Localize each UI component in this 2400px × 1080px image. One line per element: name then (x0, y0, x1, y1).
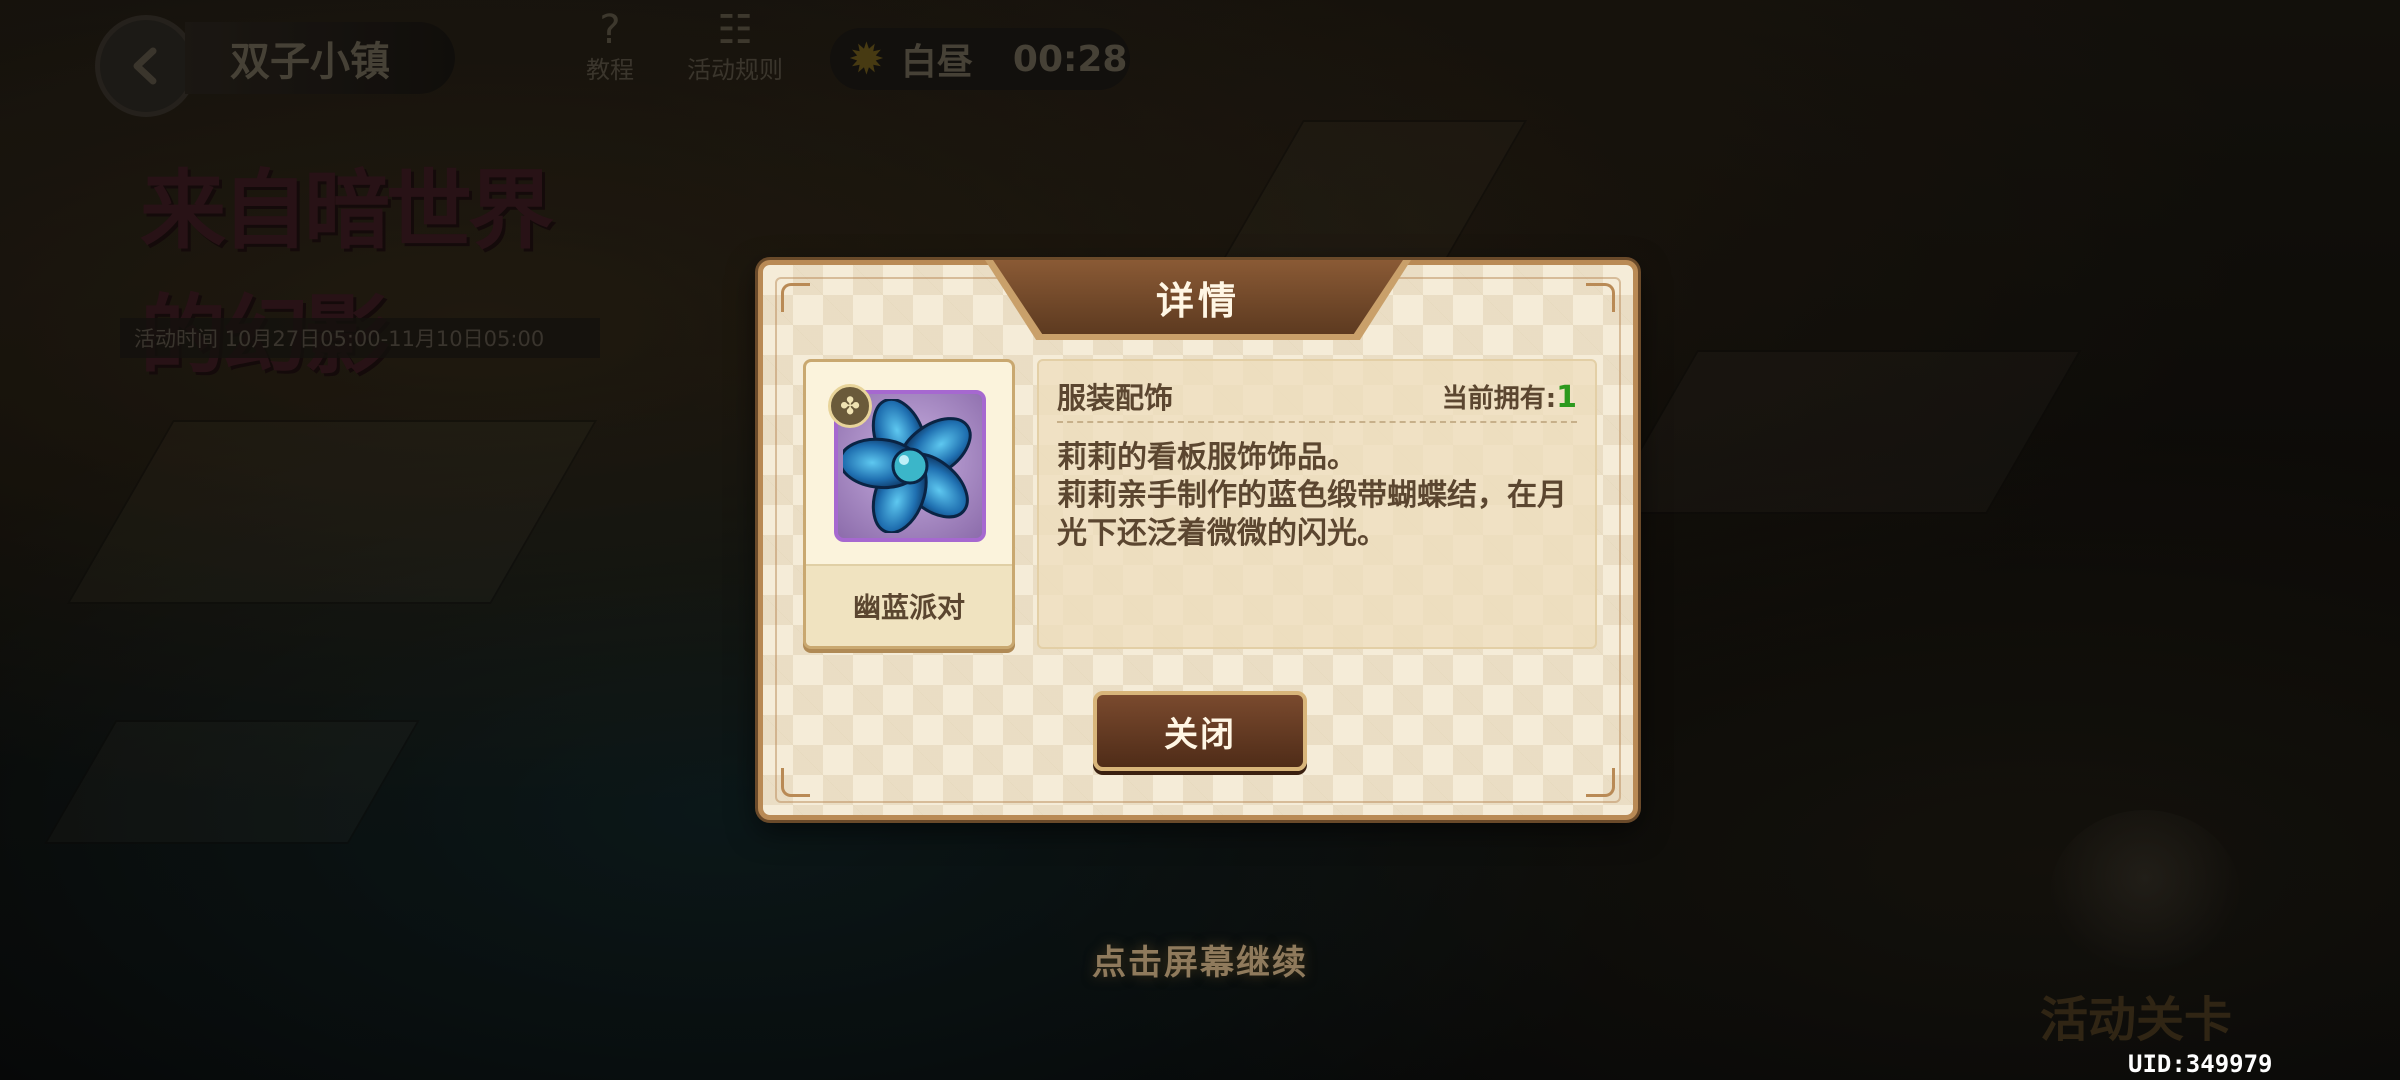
owned-count-value: 1 (1556, 379, 1577, 415)
description-header: 服装配饰 当前拥有:1 (1057, 371, 1577, 423)
corner-ornament (1586, 768, 1615, 797)
continue-hint: 点击屏幕继续 (1092, 943, 1308, 983)
title-tab: 详情 (993, 260, 1403, 334)
clover-badge-icon: ✤ (828, 384, 872, 428)
owned-count: 当前拥有:1 (1442, 378, 1577, 415)
dialog-title: 详情 (1155, 278, 1240, 323)
corner-ornament (781, 768, 810, 797)
item-category: 服装配饰 (1057, 381, 1174, 415)
item-description-panel: 服装配饰 当前拥有:1 莉莉的看板服饰饰品。 莉莉亲手制作的蓝色缎带蝴蝶结，在月… (1037, 359, 1597, 649)
item-description: 莉莉的看板服饰饰品。 莉莉亲手制作的蓝色缎带蝴蝶结，在月光下还泛着微微的闪光。 (1057, 440, 1567, 551)
item-name: 幽蓝派对 (806, 564, 1012, 646)
owned-label: 当前拥有: (1441, 383, 1557, 414)
item-card: ✤ 幽蓝派对 (803, 359, 1015, 649)
close-button[interactable]: 关闭 (1093, 691, 1307, 771)
uid-label: UID:349979 (2128, 1050, 2273, 1078)
item-detail-dialog: 详情 ✤ 幽蓝派对 服装配饰 当前拥有:1 莉莉的看板服饰饰品。 莉莉亲手制作的… (758, 260, 1638, 820)
corner-ornament (781, 283, 810, 312)
corner-ornament (1586, 283, 1615, 312)
